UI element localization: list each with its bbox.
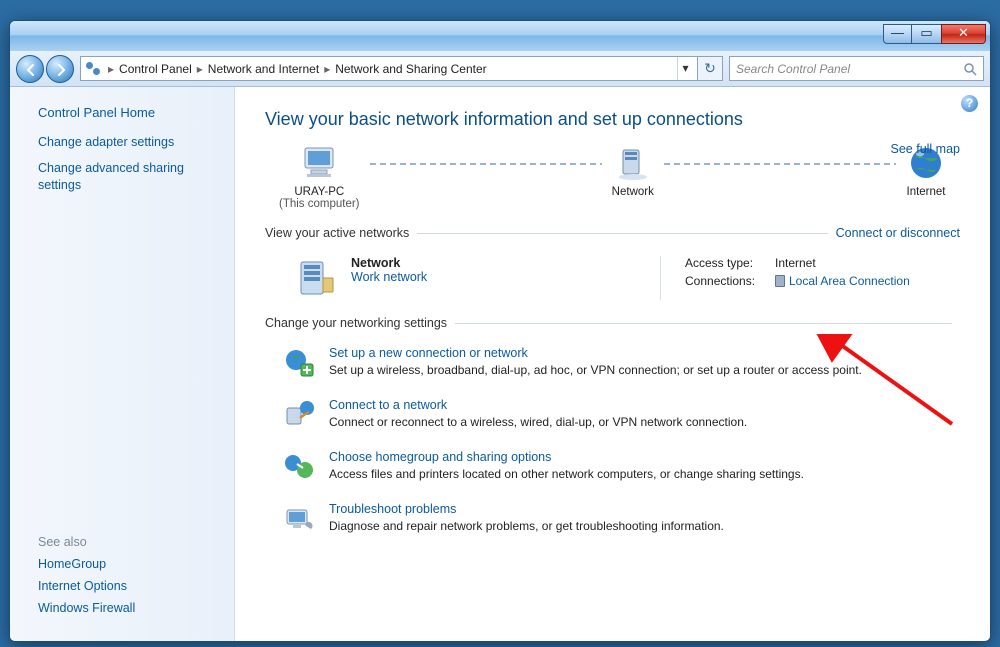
forward-button[interactable] [46,55,74,83]
chevron-right-icon: ▸ [194,62,206,76]
see-also-section: See also HomeGroup Internet Options Wind… [38,535,135,623]
breadcrumb-item[interactable]: Network and Sharing Center [333,62,488,76]
search-placeholder: Search Control Panel [736,62,850,76]
setting-connect-network[interactable]: Connect to a network Connect or reconnec… [265,388,960,440]
connection-link[interactable]: Local Area Connection [789,274,910,288]
map-connector [664,163,896,165]
setting-desc: Connect or reconnect to a wireless, wire… [329,415,747,429]
setting-title: Connect to a network [329,398,747,412]
active-network-block: Network Work network Access type: Intern… [265,240,960,310]
map-internet-label: Internet [906,186,946,198]
connections-label: Connections: [685,274,775,288]
see-also-header: See also [38,535,135,549]
setting-troubleshoot[interactable]: Troubleshoot problems Diagnose and repai… [265,492,960,544]
setting-title: Choose homegroup and sharing options [329,450,804,464]
close-button[interactable]: ✕ [941,24,986,44]
window-controls: — ▭ ✕ [883,24,986,44]
map-node-network[interactable]: Network [612,144,654,210]
map-connector [370,163,602,165]
access-type-label: Access type: [685,256,775,270]
address-dropdown[interactable]: ▾ [677,57,693,80]
window-body: Control Panel Home Change adapter settin… [10,87,990,641]
setting-homegroup-sharing[interactable]: Choose homegroup and sharing options Acc… [265,440,960,492]
setting-new-connection[interactable]: Set up a new connection or network Set u… [265,336,960,388]
help-icon[interactable]: ? [961,95,978,112]
refresh-button[interactable]: ↻ [698,56,723,81]
control-panel-home-link[interactable]: Control Panel Home [38,105,220,120]
minimize-button[interactable]: — [883,24,912,44]
map-network-label: Network [612,186,654,198]
control-panel-window: — ▭ ✕ ▸ Control Panel ▸ Network and Inte… [9,20,991,642]
see-also-internet-options[interactable]: Internet Options [38,579,135,593]
nic-icon [775,275,785,287]
maximize-button[interactable]: ▭ [912,24,941,44]
active-networks-label: View your active networks [265,226,409,240]
network-category-icon [293,256,337,300]
setting-title: Set up a new connection or network [329,346,862,360]
settings-header-label: Change your networking settings [265,316,447,330]
settings-list: Set up a new connection or network Set u… [265,336,960,544]
back-button[interactable] [16,55,44,83]
breadcrumb-item[interactable]: Network and Internet [206,62,321,76]
nav-bar: ▸ Control Panel ▸ Network and Internet ▸… [10,51,990,87]
setting-title: Troubleshoot problems [329,502,724,516]
see-full-map-link[interactable]: See full map [891,142,960,156]
map-pc-label: URAY-PC [279,186,360,198]
access-type-value: Internet [775,256,816,270]
troubleshoot-icon [283,502,315,534]
network-name: Network [351,256,427,270]
active-networks-header: View your active networks Connect or dis… [265,226,960,240]
network-type-link[interactable]: Work network [351,270,427,284]
see-also-homegroup[interactable]: HomeGroup [38,557,135,571]
address-bar[interactable]: ▸ Control Panel ▸ Network and Internet ▸… [80,56,698,81]
sidebar: Control Panel Home Change adapter settin… [10,87,235,641]
page-title: View your basic network information and … [265,109,960,130]
refresh-icon: ↻ [704,60,716,77]
see-also-windows-firewall[interactable]: Windows Firewall [38,601,135,615]
network-center-icon [85,61,101,77]
breadcrumb-item[interactable]: Control Panel [117,62,194,76]
map-node-this-pc[interactable]: URAY-PC (This computer) [279,144,360,210]
sidebar-task-advanced-sharing[interactable]: Change advanced sharing settings [38,160,220,193]
title-bar: — ▭ ✕ [10,21,990,51]
nav-arrows [16,55,74,83]
connect-disconnect-link[interactable]: Connect or disconnect [836,226,960,240]
chevron-right-icon: ▸ [321,62,333,76]
chevron-right-icon: ▸ [105,62,117,76]
settings-header: Change your networking settings [265,316,960,330]
setting-desc: Set up a wireless, broadband, dial-up, a… [329,363,862,377]
network-map: See full map URAY-PC (This computer) [265,144,960,210]
search-input[interactable]: Search Control Panel [729,56,984,81]
homegroup-icon [283,450,315,482]
new-connection-icon [283,346,315,378]
search-icon [963,62,977,76]
connect-network-icon [283,398,315,430]
main-content: ? View your basic network information an… [235,87,990,641]
setting-desc: Access files and printers located on oth… [329,467,804,481]
setting-desc: Diagnose and repair network problems, or… [329,519,724,533]
sidebar-task-adapter-settings[interactable]: Change adapter settings [38,134,220,150]
map-pc-sublabel: (This computer) [279,198,360,210]
